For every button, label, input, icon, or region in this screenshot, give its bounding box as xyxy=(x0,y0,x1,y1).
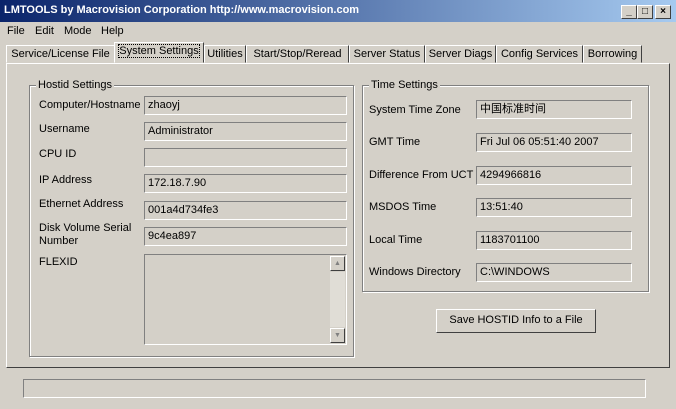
username-label: Username xyxy=(39,123,90,135)
tab-system-settings[interactable]: System Settings xyxy=(114,42,204,63)
flexid-label: FLEXID xyxy=(39,256,78,268)
scroll-up-arrow-icon[interactable]: ▲ xyxy=(330,256,345,271)
scroll-down-arrow-icon[interactable]: ▼ xyxy=(330,328,345,343)
tab-server-diags[interactable]: Server Diags xyxy=(425,45,496,63)
tab-label: Service/License File xyxy=(11,48,110,60)
time-settings-title: Time Settings xyxy=(369,79,440,91)
maximize-button[interactable]: □ xyxy=(637,5,653,19)
ip-address-field[interactable]: 172.18.7.90 xyxy=(144,174,347,193)
msdos-time-label: MSDOS Time xyxy=(369,201,437,213)
ip-address-label: IP Address xyxy=(39,174,92,186)
tab-server-status[interactable]: Server Status xyxy=(349,45,425,63)
disk-volume-label-line1: Disk Volume Serial xyxy=(39,222,132,234)
difference-from-uct-field[interactable]: 4294966816 xyxy=(476,166,632,185)
menu-edit[interactable]: Edit xyxy=(35,25,54,37)
computer-hostname-field[interactable]: zhaoyj xyxy=(144,96,347,115)
status-bar xyxy=(23,379,646,398)
menu-mode[interactable]: Mode xyxy=(64,25,92,37)
menu-help[interactable]: Help xyxy=(101,25,124,37)
tab-strip: Service/License File System Settings Uti… xyxy=(6,42,670,64)
computer-hostname-label: Computer/Hostname xyxy=(39,99,141,111)
tab-label: Server Status xyxy=(353,48,421,60)
ethernet-address-field[interactable]: 001a4d734fe3 xyxy=(144,201,347,220)
menu-bar: File Edit Mode Help xyxy=(0,22,676,40)
local-time-field[interactable]: 1183701100 xyxy=(476,231,632,250)
hostid-settings-group: Hostid Settings Computer/Hostname zhaoyj… xyxy=(29,79,354,357)
window-title: LMTOOLS by Macrovision Corporation http:… xyxy=(4,4,360,16)
cpu-id-field[interactable] xyxy=(144,148,347,167)
system-time-zone-label: System Time Zone xyxy=(369,104,461,116)
flexid-textarea[interactable]: ▲ ▼ xyxy=(144,254,347,345)
hostid-settings-title: Hostid Settings xyxy=(36,79,114,91)
tab-start-stop-reread[interactable]: Start/Stop/Reread xyxy=(246,45,349,63)
difference-from-uct-label: Difference From UCT xyxy=(369,169,474,181)
tab-label: Server Diags xyxy=(428,48,493,60)
menu-file[interactable]: File xyxy=(7,25,25,37)
tab-label: Borrowing xyxy=(587,48,638,60)
save-hostid-info-button[interactable]: Save HOSTID Info to a File xyxy=(436,309,596,333)
scrollbar-track[interactable] xyxy=(330,272,345,327)
system-time-zone-field[interactable]: 中国标准时间 xyxy=(476,100,632,119)
tab-borrowing[interactable]: Borrowing xyxy=(583,45,642,63)
lmtools-window: LMTOOLS by Macrovision Corporation http:… xyxy=(0,0,676,409)
tab-label: Config Services xyxy=(500,48,579,60)
tab-config-services[interactable]: Config Services xyxy=(496,45,583,63)
tab-utilities[interactable]: Utilities xyxy=(204,45,246,63)
ethernet-address-label: Ethernet Address xyxy=(39,198,124,210)
close-button[interactable]: × xyxy=(655,5,671,19)
disk-volume-serial-field[interactable]: 9c4ea897 xyxy=(144,227,347,246)
windows-directory-field[interactable]: C:\WINDOWS xyxy=(476,263,632,282)
tab-label: Utilities xyxy=(207,48,243,60)
tab-label: Start/Stop/Reread xyxy=(253,48,342,60)
time-settings-group: Time Settings System Time Zone 中国标准时间 GM… xyxy=(362,79,649,292)
tab-service-license-file[interactable]: Service/License File xyxy=(6,45,115,63)
local-time-label: Local Time xyxy=(369,234,423,246)
username-field[interactable]: Administrator xyxy=(144,122,347,141)
windows-directory-label: Windows Directory xyxy=(369,266,461,278)
gmt-time-label: GMT Time xyxy=(369,136,421,148)
tab-label: System Settings xyxy=(118,44,200,58)
minimize-button[interactable]: _ xyxy=(621,5,637,19)
cpu-id-label: CPU ID xyxy=(39,148,77,160)
system-settings-panel: Hostid Settings Computer/Hostname zhaoyj… xyxy=(6,63,670,368)
title-bar[interactable]: LMTOOLS by Macrovision Corporation http:… xyxy=(0,0,676,22)
msdos-time-field[interactable]: 13:51:40 xyxy=(476,198,632,217)
disk-volume-label-line2: Number xyxy=(39,235,79,247)
gmt-time-field[interactable]: Fri Jul 06 05:51:40 2007 xyxy=(476,133,632,152)
